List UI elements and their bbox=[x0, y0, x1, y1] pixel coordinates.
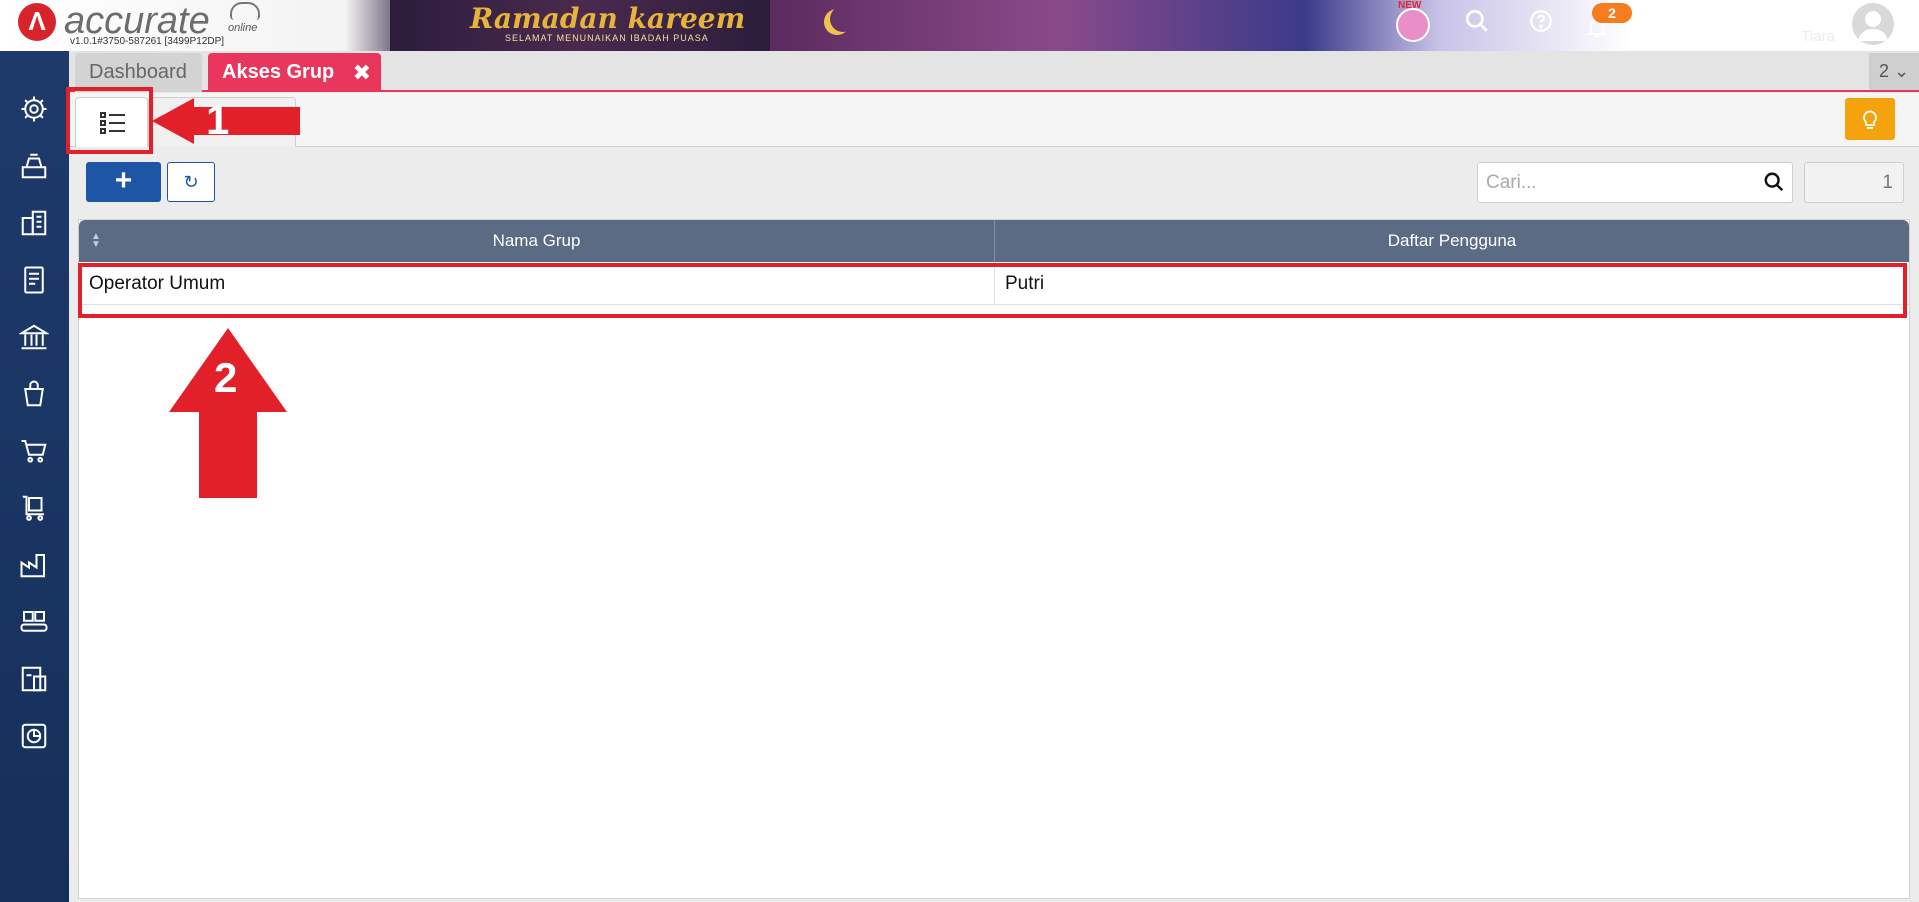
column-header-label: Nama Grup bbox=[492, 231, 581, 250]
refresh-button[interactable]: ↻ bbox=[167, 162, 215, 202]
version-text: v1.0.1#3750-587261 [3499P12DP] bbox=[70, 36, 225, 47]
table-header: ▲ ▼ Nama Grup Daftar Pengguna bbox=[79, 220, 1909, 262]
logo-online-text: online bbox=[228, 22, 258, 34]
search-icon[interactable] bbox=[1763, 171, 1785, 193]
mascot-icon[interactable] bbox=[1396, 8, 1430, 42]
company-name[interactable]: Fifi Fashion bbox=[1721, 3, 1835, 29]
sidebar bbox=[0, 51, 69, 902]
annotation-box-1 bbox=[66, 87, 153, 154]
search-input[interactable] bbox=[1477, 162, 1793, 203]
crescent-moon-icon bbox=[830, 6, 856, 32]
help-icon[interactable] bbox=[1524, 8, 1558, 42]
annotation-number-1: 1 bbox=[206, 96, 230, 143]
tax-document-icon[interactable] bbox=[16, 661, 52, 697]
chevron-down-icon[interactable]: ⌄ bbox=[1900, 12, 1912, 29]
main-content: + ↻ 1 ▲▼ Nama Grup Daftar Pengguna Opera… bbox=[69, 147, 1919, 902]
close-tab-icon[interactable]: ✖ bbox=[353, 53, 371, 92]
tab-bar: Dashboard Akses Grup ✖ 2 ⌄ bbox=[69, 51, 1919, 92]
tab-akses-grup-label: Akses Grup bbox=[222, 61, 335, 83]
subtab-bar: D bbox=[69, 93, 1919, 147]
search-icon[interactable] bbox=[1460, 8, 1494, 42]
bank-icon[interactable] bbox=[16, 319, 52, 355]
banner-subtitle: SELAMAT MENUNAIKAN IBADAH PUASA bbox=[505, 33, 709, 43]
company-building-icon[interactable] bbox=[16, 205, 52, 241]
cloud-icon bbox=[230, 2, 260, 20]
ledger-book-icon[interactable] bbox=[16, 262, 52, 298]
notification-count-badge[interactable]: 2 bbox=[1592, 3, 1632, 23]
manufacturing-conveyor-icon[interactable] bbox=[16, 604, 52, 640]
report-chart-icon[interactable] bbox=[16, 718, 52, 754]
purchase-cart-icon[interactable] bbox=[16, 433, 52, 469]
add-button[interactable]: + bbox=[86, 162, 161, 202]
column-header-nama-grup[interactable]: ▲ ▼ Nama Grup bbox=[79, 220, 995, 262]
page-number-field[interactable]: 1 bbox=[1804, 162, 1904, 203]
open-tabs-count[interactable]: 2 ⌄ bbox=[1869, 53, 1919, 90]
accurate-logo-icon[interactable]: Λ bbox=[18, 3, 56, 41]
data-table: ▲ ▼ Nama Grup Daftar Pengguna Operator Um… bbox=[78, 219, 1910, 899]
avatar[interactable] bbox=[1852, 3, 1894, 45]
banner-title: Ramadan kareem bbox=[470, 2, 746, 35]
column-header-daftar-pengguna[interactable]: Daftar Pengguna bbox=[995, 220, 1909, 262]
annotation-box-2 bbox=[78, 263, 1907, 318]
top-header: Λ accurate online v1.0.1#3750-587261 [34… bbox=[0, 0, 1919, 51]
tips-button[interactable] bbox=[1845, 98, 1895, 140]
factory-icon[interactable] bbox=[16, 547, 52, 583]
sales-bag-icon[interactable] bbox=[16, 376, 52, 412]
inventory-trolley-icon[interactable] bbox=[16, 490, 52, 526]
lightbulb-icon bbox=[1863, 110, 1877, 129]
tab-akses-grup[interactable]: Akses Grup ✖ bbox=[208, 53, 381, 92]
settings-gear-icon[interactable] bbox=[16, 91, 52, 127]
sort-icon[interactable]: ▲ ▼ bbox=[91, 232, 101, 250]
cash-register-icon[interactable] bbox=[16, 148, 52, 184]
annotation-number-2: 2 bbox=[214, 354, 238, 401]
user-name: Tiara bbox=[1801, 28, 1835, 45]
